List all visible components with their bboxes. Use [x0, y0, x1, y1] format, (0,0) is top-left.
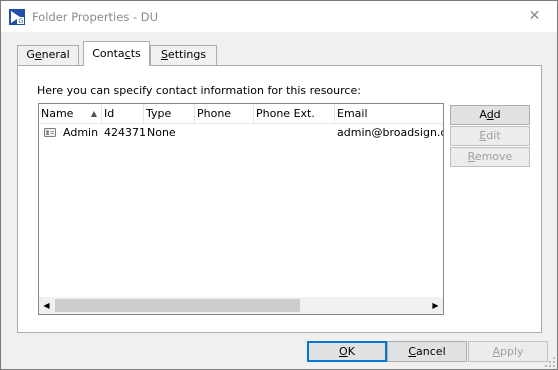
app-icon: G: [9, 9, 25, 25]
apply-mnemonic: A: [492, 345, 500, 358]
add-mnemonic: d: [486, 108, 494, 121]
cancel-button[interactable]: Cancel: [387, 341, 467, 362]
remove-label-part: emove: [474, 150, 513, 163]
ok-button[interactable]: OK: [307, 341, 387, 362]
contact-card-icon: [44, 128, 56, 137]
column-header-type[interactable]: Type: [144, 104, 195, 124]
tab-contacts-label-part: Conta: [92, 47, 125, 60]
ok-mnemonic: O: [339, 345, 348, 358]
column-header-phone[interactable]: Phone: [195, 104, 254, 124]
scrollbar-thumb[interactable]: [55, 299, 300, 312]
cancel-label-part: ancel: [416, 345, 446, 358]
tab-contacts[interactable]: Contacts: [83, 41, 150, 66]
apply-label-part: pply: [500, 345, 524, 358]
remove-button[interactable]: Remove: [450, 147, 530, 167]
tab-general[interactable]: General: [17, 45, 79, 66]
close-button[interactable]: ✕: [512, 1, 557, 31]
contacts-list[interactable]: Name ▲ Id Type Phone Phone Ext. Email Ad…: [38, 103, 444, 315]
column-header-email[interactable]: Email: [335, 104, 443, 124]
list-header: Name ▲ Id Type Phone Phone Ext. Email: [39, 104, 443, 124]
cell-phone-ext: [256, 124, 335, 141]
remove-mnemonic: R: [467, 150, 475, 163]
sort-ascending-icon: ▲: [90, 109, 97, 118]
svg-text:G: G: [18, 17, 23, 25]
column-header-id[interactable]: Id: [102, 104, 144, 124]
column-header-phone-ext[interactable]: Phone Ext.: [254, 104, 335, 124]
resize-grip-icon[interactable]: [545, 357, 555, 367]
edit-button[interactable]: Edit: [450, 126, 530, 146]
ok-label-part: K: [347, 345, 355, 358]
column-header-name[interactable]: Name ▲: [39, 104, 102, 124]
cell-type: None: [147, 126, 176, 139]
add-label-part: d: [493, 108, 501, 121]
title-bar: G Folder Properties - DU ✕: [1, 1, 557, 32]
window-title: Folder Properties - DU: [32, 10, 159, 24]
tab-settings-mnemonic: S: [160, 48, 168, 61]
table-row[interactable]: Admin 424371 None admin@broadsign.com: [39, 124, 443, 141]
contacts-tab-panel: Here you can specify contact information…: [17, 65, 542, 333]
add-label-part: A: [479, 108, 487, 121]
tab-settings[interactable]: Settings: [150, 45, 217, 66]
cell-id: 424371: [104, 126, 145, 139]
tab-contacts-label-part: ts: [130, 47, 141, 60]
apply-button[interactable]: Apply: [468, 341, 548, 362]
tab-general-label-part: neral: [41, 48, 70, 61]
tab-general-mnemonic: e: [34, 48, 42, 61]
cancel-mnemonic: C: [408, 345, 417, 358]
scroll-right-button[interactable]: ▶: [428, 297, 443, 314]
tab-general-label-part: G: [26, 48, 35, 61]
column-header-name-label: Name: [41, 107, 74, 120]
folder-properties-dialog: G Folder Properties - DU ✕ General Conta…: [0, 0, 558, 370]
cell-email: admin@broadsign.com: [337, 126, 443, 139]
horizontal-scrollbar[interactable]: ◀ ▶: [39, 297, 443, 314]
edit-label-part: dit: [486, 129, 501, 142]
cell-phone: [197, 124, 254, 141]
cell-name: Admin: [63, 126, 99, 139]
scroll-left-button[interactable]: ◀: [39, 297, 54, 314]
close-icon: ✕: [528, 8, 541, 24]
instructions-text: Here you can specify contact information…: [37, 84, 361, 97]
tab-settings-label-part: ettings: [167, 48, 207, 61]
add-button[interactable]: Add: [450, 105, 530, 125]
